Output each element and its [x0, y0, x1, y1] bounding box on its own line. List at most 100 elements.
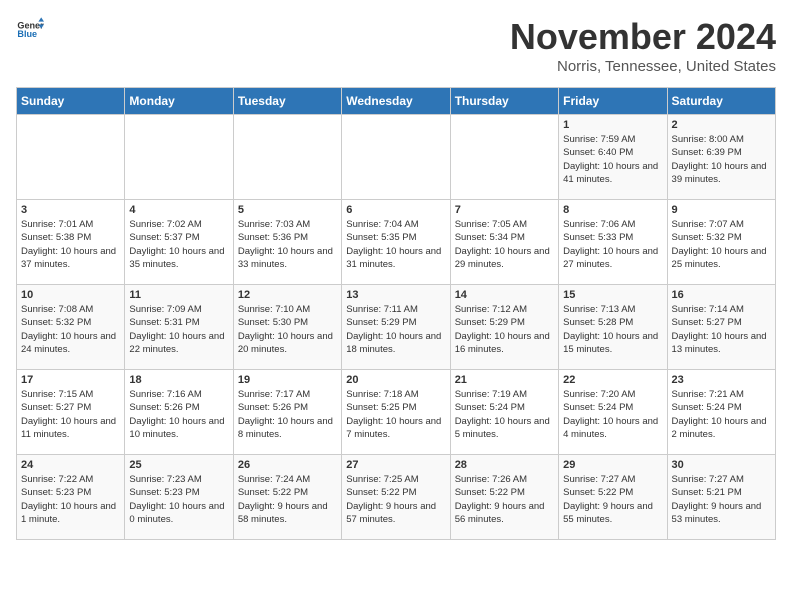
day-number: 16: [672, 289, 771, 301]
day-info: Sunrise: 7:16 AM Sunset: 5:26 PM Dayligh…: [129, 388, 228, 441]
day-info: Sunrise: 7:59 AM Sunset: 6:40 PM Dayligh…: [563, 133, 662, 186]
day-cell: [233, 115, 341, 200]
day-info: Sunrise: 7:14 AM Sunset: 5:27 PM Dayligh…: [672, 303, 771, 356]
day-number: 5: [238, 204, 337, 216]
day-cell: 17 Sunrise: 7:15 AM Sunset: 5:27 PM Dayli…: [17, 370, 125, 455]
day-number: 26: [238, 459, 337, 471]
day-number: 29: [563, 459, 662, 471]
week-row-2: 3Sunrise: 7:01 AM Sunset: 5:38 PM Daylig…: [17, 200, 776, 285]
title-area: November 2024 Norris, Tennessee, United …: [510, 16, 776, 75]
day-cell: 16 Sunrise: 7:14 AM Sunset: 5:27 PM Dayli…: [667, 285, 775, 370]
day-info: Sunrise: 7:19 AM Sunset: 5:24 PM Dayligh…: [455, 388, 554, 441]
day-info: Sunrise: 7:03 AM Sunset: 5:36 PM Dayligh…: [238, 218, 337, 271]
day-cell: [125, 115, 233, 200]
day-cell: 10 Sunrise: 7:08 AM Sunset: 5:32 PM Dayli…: [17, 285, 125, 370]
header-friday: Friday: [559, 88, 667, 115]
day-cell: 29 Sunrise: 7:27 AM Sunset: 5:22 PM Dayli…: [559, 455, 667, 540]
day-number: 20: [346, 374, 445, 386]
day-cell: 7 Sunrise: 7:05 AM Sunset: 5:34 PM Daylig…: [450, 200, 558, 285]
day-number: 9: [672, 204, 771, 216]
day-cell: [342, 115, 450, 200]
day-number: 14: [455, 289, 554, 301]
month-title: November 2024: [510, 16, 776, 58]
location: Norris, Tennessee, United States: [510, 58, 776, 75]
header-monday: Monday: [125, 88, 233, 115]
day-number: 19: [238, 374, 337, 386]
day-number: 22: [563, 374, 662, 386]
day-info: Sunrise: 7:17 AM Sunset: 5:26 PM Dayligh…: [238, 388, 337, 441]
day-info: Sunrise: 7:18 AM Sunset: 5:25 PM Dayligh…: [346, 388, 445, 441]
day-cell: [17, 115, 125, 200]
day-cell: 25 Sunrise: 7:23 AM Sunset: 5:23 PM Dayli…: [125, 455, 233, 540]
day-info: Sunrise: 7:23 AM Sunset: 5:23 PM Dayligh…: [129, 473, 228, 526]
day-info: Sunrise: 7:11 AM Sunset: 5:29 PM Dayligh…: [346, 303, 445, 356]
day-info: Sunrise: 7:25 AM Sunset: 5:22 PM Dayligh…: [346, 473, 445, 526]
week-row-5: 24 Sunrise: 7:22 AM Sunset: 5:23 PM Dayli…: [17, 455, 776, 540]
day-number: 1: [563, 119, 662, 131]
day-cell: 11 Sunrise: 7:09 AM Sunset: 5:31 PM Dayli…: [125, 285, 233, 370]
day-cell: 23 Sunrise: 7:21 AM Sunset: 5:24 PM Dayli…: [667, 370, 775, 455]
day-cell: 30 Sunrise: 7:27 AM Sunset: 5:21 PM Dayli…: [667, 455, 775, 540]
day-number: 25: [129, 459, 228, 471]
day-number: 18: [129, 374, 228, 386]
day-cell: 8 Sunrise: 7:06 AM Sunset: 5:33 PM Daylig…: [559, 200, 667, 285]
day-cell: 22Sunrise: 7:20 AM Sunset: 5:24 PM Dayli…: [559, 370, 667, 455]
day-info: Sunrise: 7:05 AM Sunset: 5:34 PM Dayligh…: [455, 218, 554, 271]
day-number: 3: [21, 204, 120, 216]
day-cell: 21 Sunrise: 7:19 AM Sunset: 5:24 PM Dayli…: [450, 370, 558, 455]
day-info: Sunrise: 7:09 AM Sunset: 5:31 PM Dayligh…: [129, 303, 228, 356]
day-cell: 9 Sunrise: 7:07 AM Sunset: 5:32 PM Daylig…: [667, 200, 775, 285]
day-cell: 3Sunrise: 7:01 AM Sunset: 5:38 PM Daylig…: [17, 200, 125, 285]
day-number: 10: [21, 289, 120, 301]
day-info: Sunrise: 7:22 AM Sunset: 5:23 PM Dayligh…: [21, 473, 120, 526]
day-info: Sunrise: 7:27 AM Sunset: 5:21 PM Dayligh…: [672, 473, 771, 526]
day-cell: 15Sunrise: 7:13 AM Sunset: 5:28 PM Dayli…: [559, 285, 667, 370]
day-cell: 27Sunrise: 7:25 AM Sunset: 5:22 PM Dayli…: [342, 455, 450, 540]
day-info: Sunrise: 7:02 AM Sunset: 5:37 PM Dayligh…: [129, 218, 228, 271]
day-info: Sunrise: 7:21 AM Sunset: 5:24 PM Dayligh…: [672, 388, 771, 441]
day-info: Sunrise: 7:06 AM Sunset: 5:33 PM Dayligh…: [563, 218, 662, 271]
day-cell: 12 Sunrise: 7:10 AM Sunset: 5:30 PM Dayli…: [233, 285, 341, 370]
day-info: Sunrise: 7:07 AM Sunset: 5:32 PM Dayligh…: [672, 218, 771, 271]
header-tuesday: Tuesday: [233, 88, 341, 115]
day-cell: 28 Sunrise: 7:26 AM Sunset: 5:22 PM Dayli…: [450, 455, 558, 540]
day-cell: 24 Sunrise: 7:22 AM Sunset: 5:23 PM Dayli…: [17, 455, 125, 540]
page-header: General Blue November 2024 Norris, Tenne…: [16, 16, 776, 75]
day-cell: 20 Sunrise: 7:18 AM Sunset: 5:25 PM Dayli…: [342, 370, 450, 455]
day-number: 30: [672, 459, 771, 471]
day-cell: [450, 115, 558, 200]
day-info: Sunrise: 7:15 AM Sunset: 5:27 PM Dayligh…: [21, 388, 120, 441]
day-info: Sunrise: 7:24 AM Sunset: 5:22 PM Dayligh…: [238, 473, 337, 526]
day-info: Sunrise: 7:04 AM Sunset: 5:35 PM Dayligh…: [346, 218, 445, 271]
header-thursday: Thursday: [450, 88, 558, 115]
day-cell: 5 Sunrise: 7:03 AM Sunset: 5:36 PM Daylig…: [233, 200, 341, 285]
day-number: 21: [455, 374, 554, 386]
day-info: Sunrise: 7:10 AM Sunset: 5:30 PM Dayligh…: [238, 303, 337, 356]
day-number: 6: [346, 204, 445, 216]
week-row-3: 10 Sunrise: 7:08 AM Sunset: 5:32 PM Dayli…: [17, 285, 776, 370]
day-number: 17: [21, 374, 120, 386]
day-cell: 26 Sunrise: 7:24 AM Sunset: 5:22 PM Dayli…: [233, 455, 341, 540]
day-cell: 18 Sunrise: 7:16 AM Sunset: 5:26 PM Dayli…: [125, 370, 233, 455]
day-number: 7: [455, 204, 554, 216]
day-number: 8: [563, 204, 662, 216]
day-info: Sunrise: 7:27 AM Sunset: 5:22 PM Dayligh…: [563, 473, 662, 526]
day-number: 23: [672, 374, 771, 386]
day-number: 15: [563, 289, 662, 301]
day-cell: 19 Sunrise: 7:17 AM Sunset: 5:26 PM Dayli…: [233, 370, 341, 455]
week-row-4: 17 Sunrise: 7:15 AM Sunset: 5:27 PM Dayli…: [17, 370, 776, 455]
day-number: 28: [455, 459, 554, 471]
header-row: Sunday Monday Tuesday Wednesday Thursday…: [17, 88, 776, 115]
day-number: 13: [346, 289, 445, 301]
logo: General Blue: [16, 16, 44, 44]
day-number: 12: [238, 289, 337, 301]
day-number: 24: [21, 459, 120, 471]
day-info: Sunrise: 7:08 AM Sunset: 5:32 PM Dayligh…: [21, 303, 120, 356]
day-cell: 6 Sunrise: 7:04 AM Sunset: 5:35 PM Daylig…: [342, 200, 450, 285]
day-number: 11: [129, 289, 228, 301]
day-info: Sunrise: 7:26 AM Sunset: 5:22 PM Dayligh…: [455, 473, 554, 526]
week-row-1: 1 Sunrise: 7:59 AM Sunset: 6:40 PM Daylig…: [17, 115, 776, 200]
calendar-table: Sunday Monday Tuesday Wednesday Thursday…: [16, 87, 776, 540]
day-info: Sunrise: 7:12 AM Sunset: 5:29 PM Dayligh…: [455, 303, 554, 356]
header-sunday: Sunday: [17, 88, 125, 115]
